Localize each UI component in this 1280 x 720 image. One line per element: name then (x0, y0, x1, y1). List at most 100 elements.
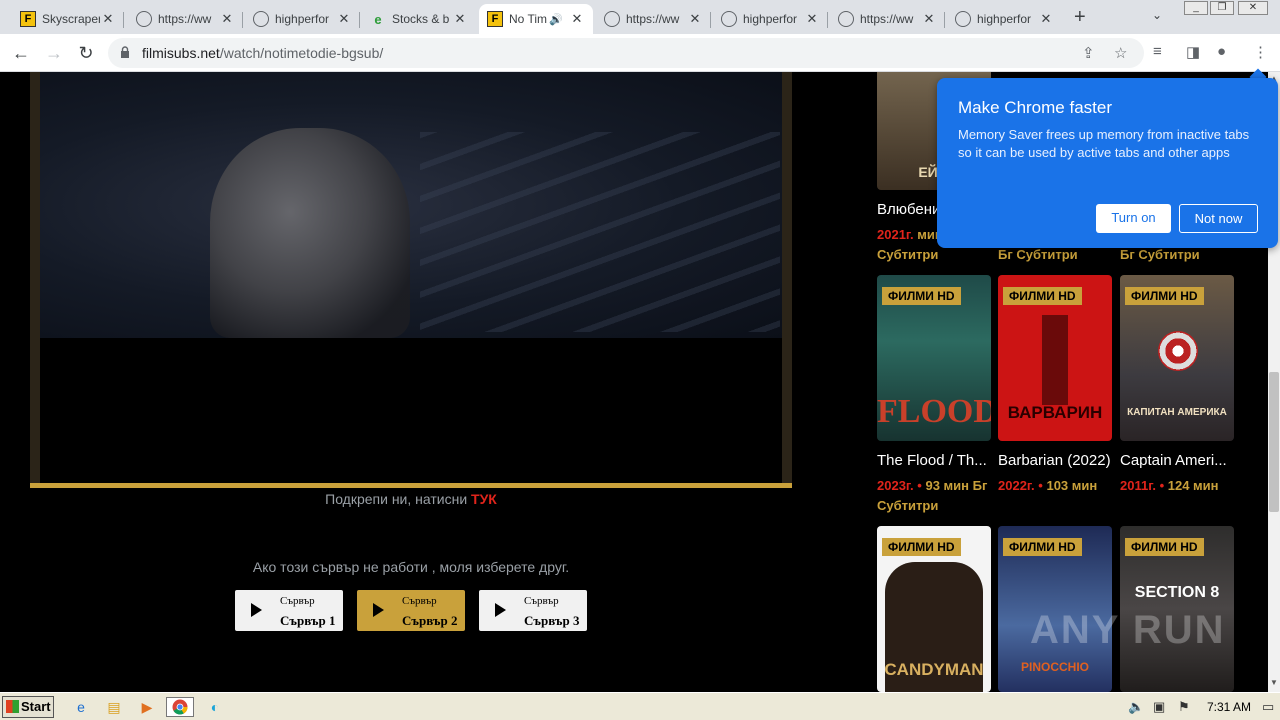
server-3-button[interactable]: Сървър Сървър 3 (479, 590, 587, 631)
folder-icon[interactable]: ▤ (103, 697, 125, 717)
media-control-icon[interactable]: ≡ (1153, 43, 1162, 60)
turn-on-button[interactable]: Turn on (1096, 204, 1171, 233)
media-player-icon[interactable]: ▶ (136, 697, 158, 717)
popup-title: Make Chrome faster (958, 98, 1112, 117)
globe-icon (136, 11, 152, 27)
start-label: Start (21, 699, 51, 714)
movie-year: 2023г. (877, 478, 914, 493)
server-1-button[interactable]: Сървър Сървър 1 (235, 590, 343, 631)
close-icon[interactable]: ✕ (687, 11, 703, 27)
reload-icon[interactable]: ↻ (75, 42, 97, 64)
chrome-logo (172, 699, 188, 715)
video-scene (420, 132, 780, 332)
support-line: Подкрепи ни, натисни ТУК (30, 491, 792, 507)
flag-icon[interactable]: ⚑ (1178, 699, 1190, 715)
movie-title[interactable]: The Flood / Th... (877, 452, 993, 469)
close-icon[interactable]: ✕ (336, 11, 352, 27)
poster-art (1042, 315, 1068, 405)
anyrun-watermark: ANY RUN (1030, 608, 1226, 652)
tab-5-active[interactable]: F No Tim 🔊 ✕ (479, 4, 593, 34)
tab-2[interactable]: https://ww ✕ (128, 4, 243, 34)
scroll-thumb[interactable] (1269, 372, 1279, 512)
globe-icon (955, 11, 971, 27)
tab-8[interactable]: https://ww ✕ (830, 4, 945, 34)
movie-poster[interactable]: ФИЛМИ HD ВАРВАРИН (998, 275, 1112, 441)
tab-title: https://ww (158, 12, 212, 26)
clock: 7:31 AM (1207, 700, 1252, 714)
side-panel-icon[interactable]: ◨ (1186, 43, 1200, 61)
movie-poster[interactable]: ФИЛМИ HD CANDYMAN (877, 526, 991, 692)
hd-badge: ФИЛМИ HD (1003, 538, 1082, 556)
tab-3[interactable]: highperfor ✕ (245, 4, 360, 34)
minimize-icon[interactable]: _ (1184, 1, 1208, 15)
lock-icon[interactable] (120, 46, 130, 58)
tab-6[interactable]: https://ww ✕ (596, 4, 711, 34)
chrome-icon[interactable] (166, 697, 194, 717)
edge-icon[interactable]: ◐ (204, 697, 226, 717)
bookmark-star-icon[interactable]: ☆ (1114, 44, 1127, 62)
server-2-button[interactable]: Сървър Сървър 2 (357, 590, 465, 631)
movie-year: 2011г. (1120, 478, 1156, 493)
hd-badge: ФИЛМИ HD (882, 287, 961, 305)
close-icon[interactable]: ✕ (219, 11, 235, 27)
start-button[interactable]: Start (2, 696, 54, 718)
show-desktop-icon[interactable]: ▭ (1262, 699, 1274, 715)
tab-1[interactable]: F Skyscraper ✕ (12, 4, 124, 34)
profile-avatar-icon[interactable]: ● (1217, 43, 1226, 60)
play-icon (495, 603, 506, 617)
filmi-f-icon: F (20, 11, 36, 27)
globe-icon (838, 11, 854, 27)
window-close-icon[interactable]: ✕ (1238, 1, 1268, 15)
player-progress-bar[interactable] (30, 483, 792, 488)
ie-icon[interactable]: e (70, 697, 92, 717)
speaker-icon[interactable]: 🔊 (549, 13, 563, 26)
close-icon[interactable]: ✕ (1038, 11, 1054, 27)
globe-icon (253, 11, 269, 27)
movie-poster[interactable]: ФИЛМИ HD FLOOD (877, 275, 991, 441)
network-icon[interactable]: ▣ (1153, 699, 1165, 715)
url-text[interactable]: filmisubs.net/watch/notimetodie-bgsub/ (142, 45, 383, 61)
tab-search-chevron-icon[interactable]: ⌄ (1152, 8, 1162, 22)
movie-poster[interactable]: ФИЛМИ HD КАПИТАН АМЕРИКА (1120, 275, 1234, 441)
video-figure (210, 128, 410, 338)
tab-7[interactable]: highperfor ✕ (713, 4, 828, 34)
close-icon[interactable]: ✕ (569, 11, 585, 27)
back-arrow-icon[interactable]: ← (10, 42, 32, 64)
movie-meta: 2022г. • 103 мин (998, 478, 1098, 493)
support-link[interactable]: ТУК (471, 491, 497, 507)
tab-title: No Tim (509, 12, 548, 26)
close-icon[interactable]: ✕ (100, 11, 116, 27)
volume-icon[interactable]: 🔈 (1128, 699, 1144, 715)
address-bar[interactable]: filmisubs.net/watch/notimetodie-bgsub/ ⇪… (108, 38, 1144, 68)
video-player[interactable] (30, 72, 792, 488)
close-icon[interactable]: ✕ (921, 11, 937, 27)
movie-details: Бг Субтитри (998, 247, 1078, 262)
restore-icon[interactable]: ❐ (1210, 1, 1234, 15)
movie-title[interactable]: Captain Ameri... (1120, 452, 1236, 469)
server-small-label: Сървър (524, 595, 559, 607)
new-tab-plus-icon[interactable]: + (1074, 6, 1092, 29)
server-note: Ако този сървър не работи , моля изберет… (252, 559, 570, 575)
tab-9[interactable]: highperfor ✕ (947, 4, 1062, 34)
forward-arrow-icon[interactable]: → (43, 42, 65, 64)
poster-title-text: ВАРВАРИН (1007, 403, 1103, 422)
close-icon[interactable]: ✕ (804, 11, 820, 27)
url-path: /watch/notimetodie-bgsub/ (219, 45, 384, 61)
scroll-down-icon[interactable]: ▼ (1269, 678, 1279, 687)
tab-title: highperfor (743, 12, 798, 26)
tab-title: Skyscraper (42, 12, 100, 26)
close-icon[interactable]: ✕ (452, 11, 468, 27)
tab-4[interactable]: e Stocks & b ✕ (362, 4, 476, 34)
not-now-button[interactable]: Not now (1179, 204, 1258, 233)
movie-details: 103 мин (1046, 478, 1098, 493)
browser-toolbar: ← → ↻ filmisubs.net/watch/notimetodie-bg… (0, 34, 1280, 72)
globe-icon (604, 11, 620, 27)
url-host: filmisubs.net (142, 45, 220, 61)
video-frame[interactable] (40, 72, 782, 338)
poster-title-text: SECTION 8 (1134, 584, 1220, 601)
share-icon[interactable]: ⇪ (1082, 44, 1095, 62)
globe-icon (721, 11, 737, 27)
movie-title[interactable]: Barbarian (2022) (998, 452, 1114, 469)
movie-details: 124 мин (1167, 478, 1219, 493)
chrome-menu-icon[interactable]: ⋮ (1253, 43, 1268, 61)
